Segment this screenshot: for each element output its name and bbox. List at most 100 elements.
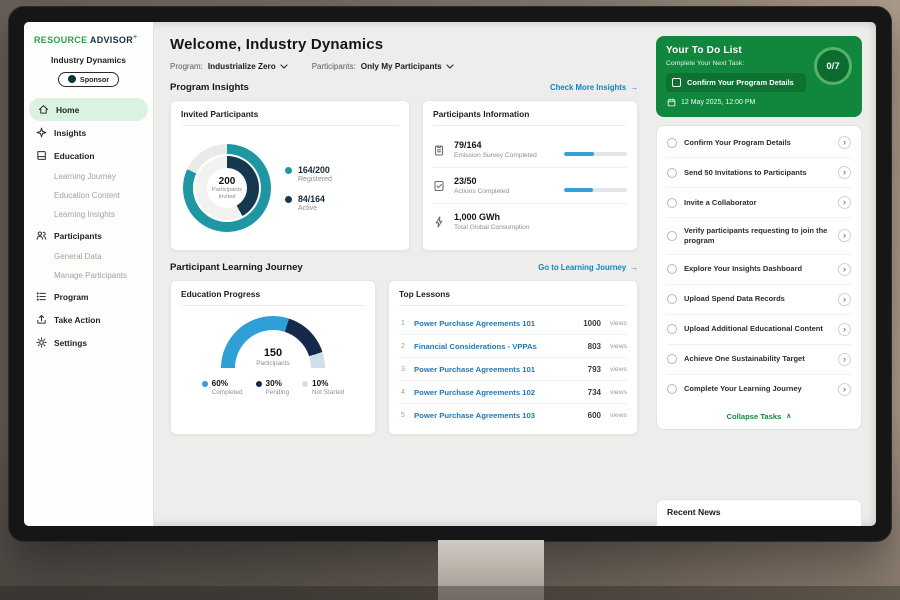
program-dropdown[interactable]: Industrialize Zero <box>208 62 288 71</box>
sidebar-item-label: Home <box>56 105 79 115</box>
sidebar-item-take-action[interactable]: Take Action <box>24 308 153 331</box>
lesson-rank: 3 <box>399 366 407 373</box>
task-label: Complete Your Learning Journey <box>684 384 831 394</box>
task-checkbox[interactable] <box>667 294 677 304</box>
sidebar-item-program[interactable]: Program <box>24 285 153 308</box>
education-gauge-center: 150 Participants <box>221 348 325 367</box>
sponsor-badge: Sponsor <box>58 72 119 87</box>
todo-subtitle: Complete Your Next Task: <box>666 60 806 67</box>
task-checkbox[interactable] <box>667 354 677 364</box>
chevron-up-icon: ∧ <box>786 412 791 420</box>
sidebar-item-label: Take Action <box>54 315 101 325</box>
chevron-right-icon[interactable]: › <box>838 323 851 336</box>
task-row[interactable]: Confirm Your Program Details › <box>667 128 851 158</box>
education-gauge-chart: 150 Participants <box>221 316 325 368</box>
lesson-link[interactable]: Power Purchase Agreements 103 <box>414 411 581 420</box>
info-row-consumption: 1,000 GWh Total Global Consumption <box>433 203 627 239</box>
chevron-right-icon[interactable]: › <box>838 166 851 179</box>
arrow-right-icon: → <box>630 83 638 92</box>
task-label: Achieve One Sustainability Target <box>684 354 831 364</box>
book-icon <box>36 150 47 161</box>
brand-advisor: ADVISOR <box>90 35 133 45</box>
lesson-row[interactable]: 5 Power Purchase Agreements 103 600 view… <box>399 404 627 426</box>
lesson-row[interactable]: 3 Power Purchase Agreements 101 793 view… <box>399 358 627 381</box>
sidebar-item-learning-insights[interactable]: Learning Insights <box>24 205 153 224</box>
collapse-tasks-link[interactable]: Collapse Tasks ∧ <box>667 404 851 429</box>
chevron-right-icon[interactable]: › <box>838 383 851 396</box>
sidebar-item-general-data[interactable]: General Data <box>24 247 153 266</box>
task-row[interactable]: Upload Spend Data Records › <box>667 285 851 315</box>
task-checkbox[interactable] <box>667 384 677 394</box>
sidebar-item-label: Learning Journey <box>54 172 116 181</box>
sidebar-item-settings[interactable]: Settings <box>24 331 153 354</box>
sidebar-item-education-content[interactable]: Education Content <box>24 186 153 205</box>
invited-participants-card: Invited Participants 200 Participants In… <box>170 100 410 251</box>
task-checkbox[interactable] <box>667 198 677 208</box>
program-dropdown-value: Industrialize Zero <box>208 62 276 71</box>
legend-dot <box>256 381 262 387</box>
legend-item-not-started: 10% Not Started <box>302 379 344 396</box>
task-row[interactable]: Verify participants requesting to join t… <box>667 218 851 255</box>
sidebar-item-education[interactable]: Education <box>24 144 153 167</box>
lesson-row[interactable]: 1 Power Purchase Agreements 101 1000 vie… <box>399 312 627 335</box>
task-checkbox[interactable] <box>667 324 677 334</box>
task-checkbox[interactable] <box>667 231 677 241</box>
lesson-link[interactable]: Power Purchase Agreements 101 <box>414 365 581 374</box>
task-checkbox[interactable] <box>667 138 677 148</box>
people-icon <box>36 230 47 241</box>
sidebar-item-label: Education Content <box>54 191 120 200</box>
recent-news-card[interactable]: Recent News <box>656 499 862 526</box>
info-row-emission-survey: 79/164 Emission Survey Completed <box>433 132 627 167</box>
sidebar-item-learning-journey[interactable]: Learning Journey <box>24 167 153 186</box>
participants-filter-label: Participants: <box>312 62 356 71</box>
page-title: Welcome, Industry Dynamics <box>170 36 638 53</box>
legend-dot <box>285 167 292 174</box>
due-date: 12 May 2025, 12:00 PM <box>666 98 806 107</box>
checkbox-icon[interactable] <box>672 78 681 87</box>
task-row[interactable]: Achieve One Sustainability Target › <box>667 345 851 375</box>
next-task[interactable]: Confirm Your Program Details <box>666 73 806 92</box>
task-label: Invite a Collaborator <box>684 198 831 208</box>
legend-value: 30% <box>266 379 282 388</box>
task-row[interactable]: Complete Your Learning Journey › <box>667 375 851 404</box>
lesson-views: 793 <box>588 365 601 374</box>
actions-progressbar <box>564 188 627 192</box>
task-checkbox[interactable] <box>667 264 677 274</box>
program-filter-label: Program: <box>170 62 203 71</box>
task-row[interactable]: Explore Your Insights Dashboard › <box>667 255 851 285</box>
sidebar-item-participants[interactable]: Participants <box>24 224 153 247</box>
lesson-row[interactable]: 2 Financial Considerations - VPPAs 803 v… <box>399 335 627 358</box>
sidebar-item-label: Settings <box>54 338 87 348</box>
info-value: 23/50 <box>454 176 556 186</box>
participants-dropdown[interactable]: Only My Participants <box>361 62 454 71</box>
sponsor-icon <box>68 75 76 83</box>
todo-title: Your To Do List <box>666 45 806 56</box>
legend-value: 164/200 <box>298 165 332 175</box>
chevron-right-icon[interactable]: › <box>838 353 851 366</box>
info-row-actions: 23/50 Actions Completed <box>433 167 627 203</box>
sidebar-item-manage-participants[interactable]: Manage Participants <box>24 266 153 285</box>
task-label: Confirm Your Program Details <box>684 138 831 148</box>
lesson-link[interactable]: Power Purchase Agreements 101 <box>414 319 576 328</box>
lesson-link[interactable]: Power Purchase Agreements 102 <box>414 388 581 397</box>
sidebar-item-insights[interactable]: Insights <box>24 121 153 144</box>
chevron-right-icon[interactable]: › <box>838 263 851 276</box>
task-row[interactable]: Send 50 Invitations to Participants › <box>667 158 851 188</box>
legend-value: 84/164 <box>298 194 325 204</box>
check-more-insights-link[interactable]: Check More Insights → <box>550 83 638 92</box>
chevron-right-icon[interactable]: › <box>838 196 851 209</box>
task-row[interactable]: Upload Additional Educational Content › <box>667 315 851 345</box>
go-to-learning-journey-link[interactable]: Go to Learning Journey → <box>538 263 638 272</box>
task-checkbox[interactable] <box>667 168 677 178</box>
chevron-right-icon[interactable]: › <box>838 293 851 306</box>
next-task-label: Confirm Your Program Details <box>687 78 794 87</box>
arrow-right-icon: → <box>630 263 638 272</box>
lesson-views: 803 <box>588 342 601 351</box>
sidebar-item-home[interactable]: Home <box>29 98 148 121</box>
sidebar-item-label: Education <box>54 151 94 161</box>
lesson-link[interactable]: Financial Considerations - VPPAs <box>414 342 581 351</box>
chevron-right-icon[interactable]: › <box>838 229 851 242</box>
lesson-row[interactable]: 4 Power Purchase Agreements 102 734 view… <box>399 381 627 404</box>
chevron-right-icon[interactable]: › <box>838 136 851 149</box>
task-row[interactable]: Invite a Collaborator › <box>667 188 851 218</box>
